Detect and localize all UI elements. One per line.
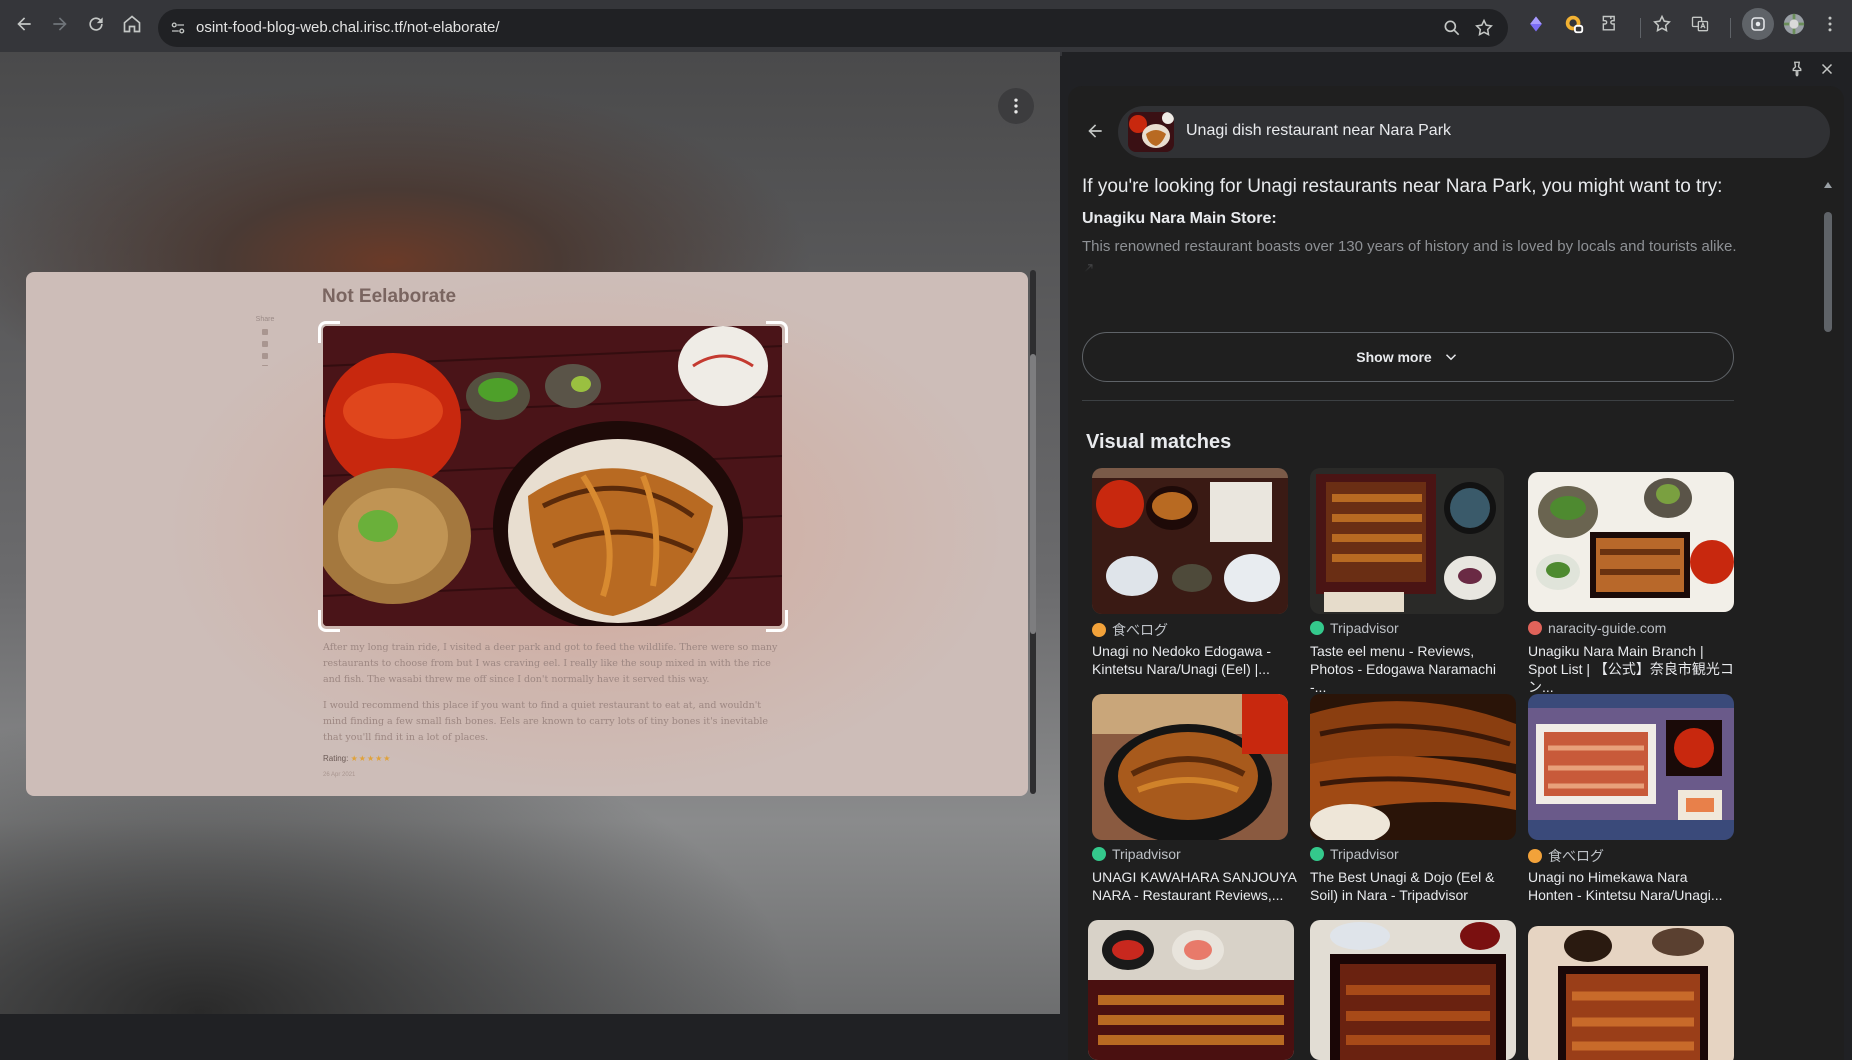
visual-match-source-label: Tripadvisor [1330,620,1399,636]
side-panel-header [1752,52,1852,86]
visual-match-title[interactable]: Unagiku Nara Main Branch | Spot List | 【… [1528,642,1734,696]
rating-stars: ★★★★★ [350,754,392,763]
page-more-options-icon[interactable] [998,88,1034,124]
address-bar[interactable]: osint-food-blog-web.chal.irisc.tf/not-el… [158,9,1508,47]
panel-scrollbar[interactable] [1822,182,1834,1022]
visual-match-image[interactable] [1528,926,1734,1060]
tripadvisor-favicon-icon [1092,847,1106,861]
page-scrollbar[interactable] [1030,270,1036,794]
visual-match-image[interactable] [1310,694,1516,840]
visual-match-source: Tripadvisor [1310,846,1399,862]
lens-results: Unagi dish restaurant near Nara Park If … [1068,86,1844,1060]
tabelog-favicon-icon [1528,849,1542,863]
translate-icon[interactable] [1688,12,1712,36]
visual-match-source-label: Tripadvisor [1112,846,1181,862]
twitter-icon[interactable] [262,329,268,335]
back-icon[interactable] [10,10,38,38]
visual-match-image[interactable] [1528,472,1734,612]
page-scrollbar-thumb[interactable] [1030,354,1036,634]
visual-match-source: 食べログ [1528,846,1604,866]
browser-toolbar: osint-food-blog-web.chal.irisc.tf/not-el… [0,0,1852,56]
crop-corner-bottom-right[interactable] [766,610,788,632]
visual-match-title[interactable]: The Best Unagi & Dojo (Eel & Soil) in Na… [1310,868,1516,904]
section-divider [1082,400,1734,401]
lens-search-row: Unagi dish restaurant near Nara Park [1068,104,1844,158]
lens-icon[interactable] [1742,8,1774,40]
lens-selection-area[interactable]: Not Eelaborate Share After my long train… [26,272,1028,796]
ai-overview-subheading: Unagiku Nara Main Store: [1082,210,1277,227]
crop-corner-bottom-left[interactable] [318,610,340,632]
url-text[interactable]: osint-food-blog-web.chal.irisc.tf/not-el… [196,19,500,36]
extensions-puzzle-icon[interactable] [1598,12,1622,36]
ai-overview-lead: If you're looking for Unagi restaurants … [1082,176,1723,197]
reload-icon[interactable] [82,10,110,38]
visual-match-image[interactable] [1092,694,1288,840]
rating: Rating: ★★★★★ [323,754,391,763]
site-info-icon[interactable] [166,16,190,40]
visual-match-image[interactable] [1088,920,1294,1060]
lens-side-panel: Unagi dish restaurant near Nara Park If … [1062,52,1852,1060]
ai-overview: If you're looking for Unagi restaurants … [1082,174,1752,272]
toolbar-separator [1730,18,1731,38]
visual-match-title[interactable]: Unagi no Himekawa Nara Honten - Kintetsu… [1528,868,1734,904]
back-arrow-icon[interactable] [1078,114,1112,148]
visual-match-source: naracity-guide.com [1528,620,1666,636]
visual-match-source: Tripadvisor [1310,620,1399,636]
home-icon[interactable] [118,10,146,38]
blog-post-title: Not Eelaborate [322,286,457,307]
panel-scrollbar-thumb[interactable] [1824,212,1832,332]
share-sidebar: Share [250,316,280,366]
page-viewport: Not Eelaborate Share After my long train… [0,52,1060,1014]
tripadvisor-favicon-icon [1310,621,1324,635]
share-divider [262,365,268,366]
profile-avatar[interactable] [1782,12,1806,36]
visual-match-image[interactable] [1310,920,1516,1060]
visual-match-source-label: 食べログ [1112,622,1168,638]
visual-match-image[interactable] [1092,468,1288,614]
scroll-up-arrow-icon[interactable] [1824,182,1832,188]
linkedin-icon[interactable] [262,353,268,359]
bookmarks-icon[interactable] [1650,12,1674,36]
visual-match-source-label: Tripadvisor [1330,846,1399,862]
facebook-icon[interactable] [262,341,268,347]
extension-badge-icon[interactable] [1562,12,1586,36]
visual-match-source-label: naracity-guide.com [1548,620,1667,636]
blog-paragraph-1: After my long train ride, I visited a de… [323,642,778,685]
visual-match-source: 食べログ [1092,620,1168,640]
visual-match-image[interactable] [1528,694,1734,840]
post-date: 26 Apr 2021 [323,772,356,778]
extension-gem-icon[interactable] [1524,12,1548,36]
zoom-icon[interactable] [1442,18,1462,38]
chevron-down-icon [1445,354,1456,361]
visual-match-title[interactable]: Unagi no Nedoko Edogawa - Kintetsu Nara/… [1092,642,1298,678]
tripadvisor-favicon-icon [1310,847,1324,861]
visual-match-source: Tripadvisor [1092,846,1181,862]
unagi-dish-photo[interactable] [323,326,782,626]
search-image-thumbnail[interactable] [1128,112,1174,152]
search-query[interactable]: Unagi dish restaurant near Nara Park [1186,122,1451,140]
pin-icon[interactable] [1788,60,1806,83]
blog-paragraph-2: I would recommend this place if you want… [323,700,768,743]
show-more-label: Show more [1356,349,1432,365]
crop-corner-top-left[interactable] [318,321,340,343]
show-more-button[interactable]: Show more [1082,332,1734,382]
naracity-guide-favicon-icon [1528,621,1542,635]
crop-corner-top-right[interactable] [766,321,788,343]
visual-match-title[interactable]: UNAGI KAWAHARA SANJOUYA NARA - Restauran… [1092,868,1298,904]
lens-search-box[interactable]: Unagi dish restaurant near Nara Park [1118,106,1830,158]
close-icon[interactable] [1818,60,1836,83]
visual-matches-heading: Visual matches [1086,431,1232,453]
forward-icon[interactable] [46,10,74,38]
visual-match-source-label: 食べログ [1548,848,1604,864]
share-label: Share [255,316,275,323]
browser-menu-icon[interactable] [1818,12,1842,36]
ai-overview-truncated-text: This renowned restaurant boasts over 130… [1082,238,1737,272]
visual-match-title[interactable]: Taste eel menu - Reviews, Photos - Edoga… [1310,642,1516,696]
rating-label: Rating: [323,754,349,763]
toolbar-separator [1640,18,1641,38]
tabelog-favicon-icon [1092,623,1106,637]
bookmark-star-icon[interactable] [1474,18,1494,38]
visual-match-image[interactable] [1310,468,1504,614]
